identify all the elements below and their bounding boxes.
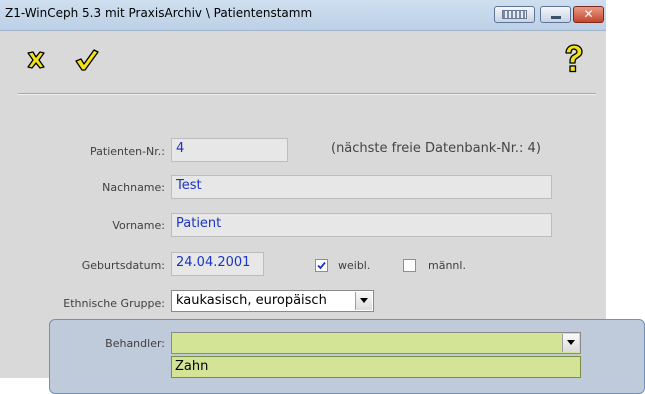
ethnische-gruppe-label: Ethnische Gruppe: bbox=[63, 297, 165, 310]
title-bar: Z1-WinCeph 5.3 mit PraxisArchiv \ Patien… bbox=[0, 0, 606, 31]
next-free-db-number-hint: (nächste freie Datenbank-Nr.: 4) bbox=[331, 141, 541, 156]
cancel-button[interactable] bbox=[25, 49, 47, 75]
ok-button[interactable] bbox=[74, 48, 100, 76]
vorname-label: Vorname: bbox=[112, 219, 165, 232]
chevron-down-icon bbox=[360, 298, 368, 303]
geburtsdatum-field[interactable]: 24.04.2001 bbox=[171, 252, 264, 276]
close-button[interactable]: ✕ bbox=[573, 6, 604, 23]
behandler-dropdown-button[interactable] bbox=[562, 334, 579, 352]
patient-nr-field[interactable]: 4 bbox=[171, 138, 288, 162]
keyboard-icon bbox=[502, 10, 527, 19]
vorname-field[interactable]: Patient bbox=[171, 213, 552, 237]
keyboard-button[interactable] bbox=[494, 6, 535, 23]
ethnische-gruppe-select[interactable]: kaukasisch, europäisch bbox=[171, 290, 374, 312]
nachname-field[interactable]: Test bbox=[171, 175, 552, 199]
behandler-dropdown-list: Zahn bbox=[171, 356, 581, 378]
checkmark-icon bbox=[75, 49, 99, 71]
maennl-checkbox[interactable] bbox=[403, 259, 416, 272]
minimize-button[interactable] bbox=[540, 6, 571, 23]
cancel-x-icon bbox=[27, 51, 45, 69]
ethnische-gruppe-value: kaukasisch, europäisch bbox=[176, 293, 327, 308]
checkmark-icon bbox=[317, 261, 326, 270]
window-title: Z1-WinCeph 5.3 mit PraxisArchiv \ Patien… bbox=[5, 6, 313, 20]
behandler-label: Behandler: bbox=[105, 337, 165, 350]
toolbar-separator bbox=[18, 93, 596, 95]
minimize-icon bbox=[551, 16, 561, 19]
chevron-down-icon bbox=[567, 340, 575, 345]
patient-nr-label: Patienten-Nr.: bbox=[90, 145, 165, 158]
geburtsdatum-label: Geburtsdatum: bbox=[81, 259, 165, 272]
close-icon: ✕ bbox=[583, 7, 594, 21]
maennl-label: männl. bbox=[428, 259, 466, 272]
question-mark-icon bbox=[565, 44, 583, 73]
weibl-label: weibl. bbox=[338, 259, 371, 272]
toolbar bbox=[0, 31, 606, 93]
nachname-label: Nachname: bbox=[102, 181, 165, 194]
dropdown-option-zahn[interactable]: Zahn bbox=[172, 357, 580, 377]
behandler-select[interactable] bbox=[171, 332, 581, 354]
weibl-checkbox[interactable] bbox=[315, 259, 328, 272]
help-button[interactable] bbox=[562, 44, 584, 78]
ethnische-gruppe-dropdown-button[interactable] bbox=[355, 292, 372, 310]
